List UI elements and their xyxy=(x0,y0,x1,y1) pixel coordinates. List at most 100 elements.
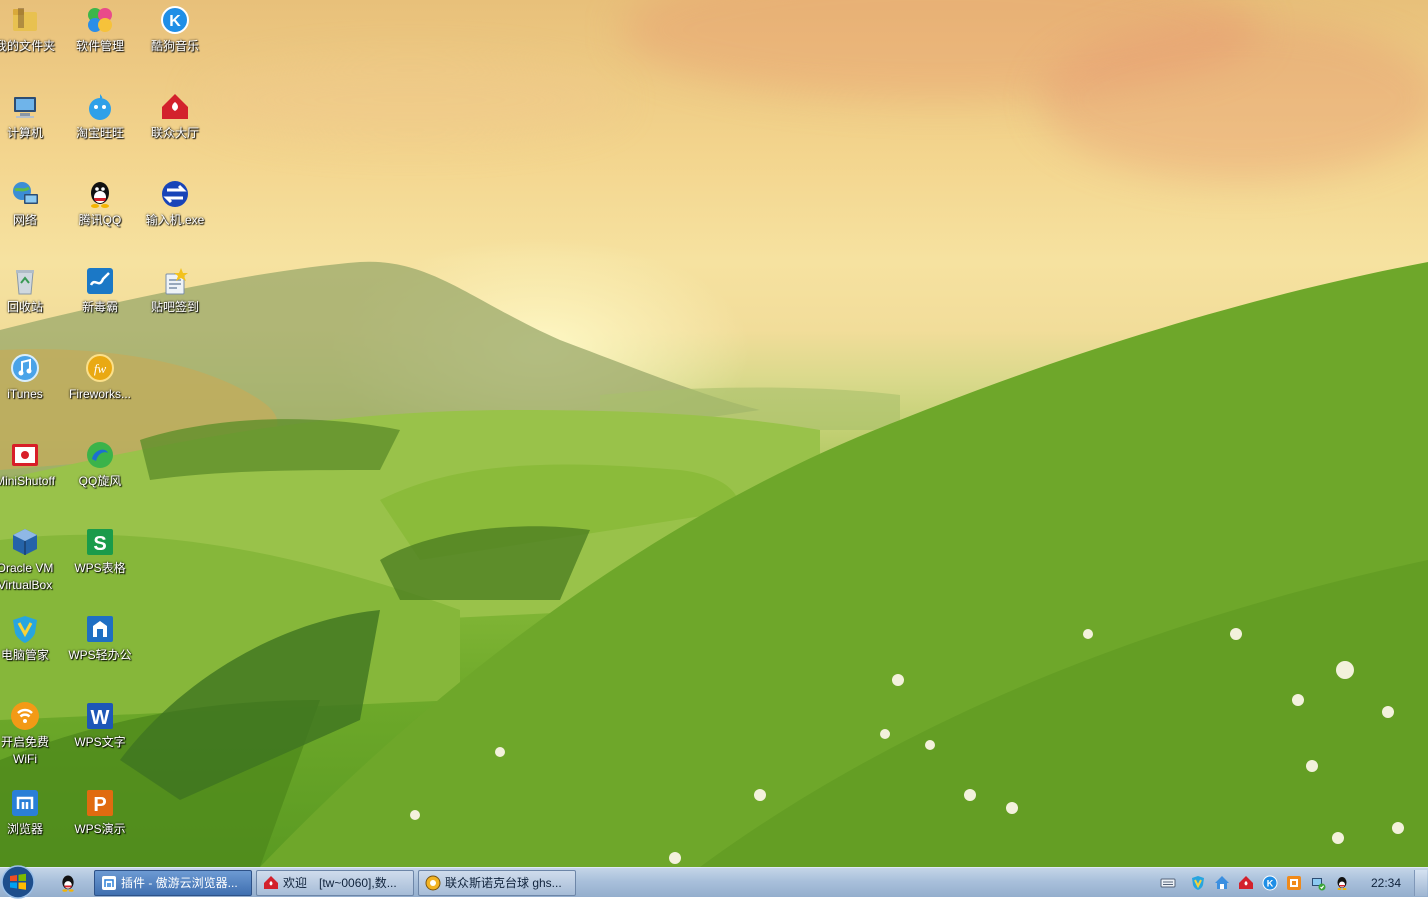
icon-label: 腾讯QQ xyxy=(78,213,122,227)
desktop-icon-wps-office-light[interactable]: WPS轻办公 xyxy=(62,609,138,691)
svg-text:fw: fw xyxy=(94,361,107,376)
icon-label: 网络 xyxy=(12,213,37,227)
desktop-icon-virtualbox[interactable]: Oracle VM VirtualBox xyxy=(0,522,63,604)
qq-icon xyxy=(91,182,109,208)
minishutoff-icon xyxy=(12,444,38,466)
svg-text:K: K xyxy=(169,13,181,30)
start-button[interactable] xyxy=(0,864,36,900)
svg-text:P: P xyxy=(93,794,106,816)
icon-label: 开启免费 WiFi xyxy=(0,735,49,766)
icon-label: 淘宝旺旺 xyxy=(75,126,124,140)
exe-icon xyxy=(162,181,188,207)
free-wifi-icon xyxy=(11,702,39,730)
desktop-icon-computer[interactable]: 计算机 xyxy=(0,87,63,169)
taskbar: 插件 - 傲游云浏览器... 欢迎 [tw~0060],数... 联众斯诺克台球… xyxy=(0,864,1428,900)
desktop-icon-software-manager[interactable]: 软件管理 xyxy=(62,0,138,82)
desktop-icon-network[interactable]: 网络 xyxy=(0,174,63,256)
task-label: 插件 - 傲游云浏览器... xyxy=(121,876,238,890)
itunes-icon xyxy=(11,354,39,382)
icon-label: 我的文件夹 xyxy=(0,39,55,53)
duba-icon xyxy=(87,268,113,294)
task-label: 联众斯诺克台球 ghs... xyxy=(445,876,562,890)
task-button-maxthon[interactable]: 插件 - 傲游云浏览器... xyxy=(94,870,252,896)
wps-office-light-icon xyxy=(87,616,113,642)
desktop-icon-exe[interactable]: 输入机.exe xyxy=(137,174,213,256)
svg-text:K: K xyxy=(1267,879,1274,889)
desktop-icon-wps-presentation[interactable]: P WPS演示 xyxy=(62,783,138,865)
icon-label: Fireworks... xyxy=(68,387,131,401)
folder-icon xyxy=(13,8,37,31)
svg-text:S: S xyxy=(93,533,106,555)
ourgame-icon xyxy=(264,876,278,889)
network-status-icon[interactable] xyxy=(1310,875,1326,891)
wps-presentation-icon: P xyxy=(87,790,113,816)
ourgame-icon xyxy=(162,94,188,119)
icon-label: iTunes xyxy=(7,387,43,401)
pc-manager-icon xyxy=(13,616,37,643)
icon-label: 计算机 xyxy=(6,126,43,140)
desktop-icon-browser[interactable]: 浏览器 xyxy=(0,783,63,865)
browser-icon xyxy=(12,790,38,816)
wps-icon[interactable] xyxy=(1286,875,1302,891)
quicklaunch-qq-icon[interactable] xyxy=(58,873,78,893)
landscape xyxy=(0,261,1428,867)
desktop-icon-minishutoff[interactable]: MiniShutoff xyxy=(0,435,63,517)
desktop-icon-recycle-bin[interactable]: 回收站 xyxy=(0,261,63,343)
icon-label: WPS演示 xyxy=(74,822,126,836)
desktop-icon-wps-writer[interactable]: W WPS文字 xyxy=(62,696,138,778)
software-manager-icon xyxy=(88,8,112,32)
icon-label: 联众大厅 xyxy=(150,126,199,140)
icon-label: 输入机.exe xyxy=(145,213,205,227)
task-button-snooker[interactable]: 联众斯诺克台球 ghs... xyxy=(418,870,576,896)
desktop-icon-qq-xuanfeng[interactable]: QQ旋风 xyxy=(62,435,138,517)
kugou-icon[interactable]: K xyxy=(1262,875,1278,891)
icon-label: Oracle VM VirtualBox xyxy=(0,561,54,592)
task-label: 欢迎 [tw~0060],数... xyxy=(283,876,397,890)
icon-label: 回收站 xyxy=(6,300,43,314)
icon-label: 软件管理 xyxy=(75,39,124,53)
desktop-icon-free-wifi[interactable]: 开启免费 WiFi xyxy=(0,696,63,778)
tieba-signin-icon xyxy=(165,268,188,295)
task-button-ourgame-welcome[interactable]: 欢迎 [tw~0060],数... xyxy=(256,870,414,896)
desktop-wallpaper xyxy=(0,0,1428,867)
desktop-icon-duba[interactable]: 新毒霸 xyxy=(62,261,138,343)
fireworks-icon: fw xyxy=(86,354,114,382)
show-desktop-button[interactable] xyxy=(1414,870,1427,896)
desktop-icon-wangwang[interactable]: 淘宝旺旺 xyxy=(62,87,138,169)
wps-writer-icon: W xyxy=(87,703,113,729)
icon-label: 新毒霸 xyxy=(81,300,118,314)
svg-text:W: W xyxy=(91,707,110,729)
wps-sheet-icon: S xyxy=(87,529,113,555)
snooker-icon xyxy=(425,875,441,891)
clock[interactable]: 22:34 xyxy=(1368,868,1404,898)
keyboard-icon[interactable] xyxy=(1160,875,1176,891)
maxthon-icon xyxy=(102,876,116,890)
icon-label: 贴吧签到 xyxy=(150,300,199,314)
desktop-icon-qq[interactable]: 腾讯QQ xyxy=(62,174,138,256)
desktop-icon-fireworks[interactable]: fw Fireworks... xyxy=(62,348,138,430)
kugou-music-icon: K xyxy=(161,6,189,34)
icon-label: 浏览器 xyxy=(6,822,43,836)
icon-label: 酷狗音乐 xyxy=(150,39,199,53)
qq-tray-icon[interactable] xyxy=(1334,875,1350,891)
home-icon[interactable] xyxy=(1214,875,1230,891)
ourgame-tray-icon[interactable] xyxy=(1238,875,1254,891)
qq-xuanfeng-icon xyxy=(87,442,113,468)
computer-icon xyxy=(14,97,36,118)
recycle-bin-icon xyxy=(16,270,34,295)
icon-label: MiniShutoff xyxy=(0,474,55,488)
desktop-icon-pc-manager[interactable]: 电脑管家 xyxy=(0,609,63,691)
pc-manager-tray-icon[interactable] xyxy=(1190,875,1206,891)
desktop-icon-my-folder[interactable]: 我的文件夹 xyxy=(0,0,63,82)
network-icon xyxy=(13,182,38,204)
desktop-icon-wps-sheet[interactable]: S WPS表格 xyxy=(62,522,138,604)
icon-label: WPS表格 xyxy=(74,561,126,575)
icon-label: WPS轻办公 xyxy=(68,648,132,662)
desktop-icon-ourgame[interactable]: 联众大厅 xyxy=(137,87,213,169)
desktop-icon-tieba-signin[interactable]: 贴吧签到 xyxy=(137,261,213,343)
desktop-icon-itunes[interactable]: iTunes xyxy=(0,348,63,430)
virtualbox-icon xyxy=(13,529,37,555)
icon-label: QQ旋风 xyxy=(78,474,122,488)
wangwang-icon xyxy=(89,94,111,120)
desktop-icon-kugou-music[interactable]: K 酷狗音乐 xyxy=(137,0,213,82)
